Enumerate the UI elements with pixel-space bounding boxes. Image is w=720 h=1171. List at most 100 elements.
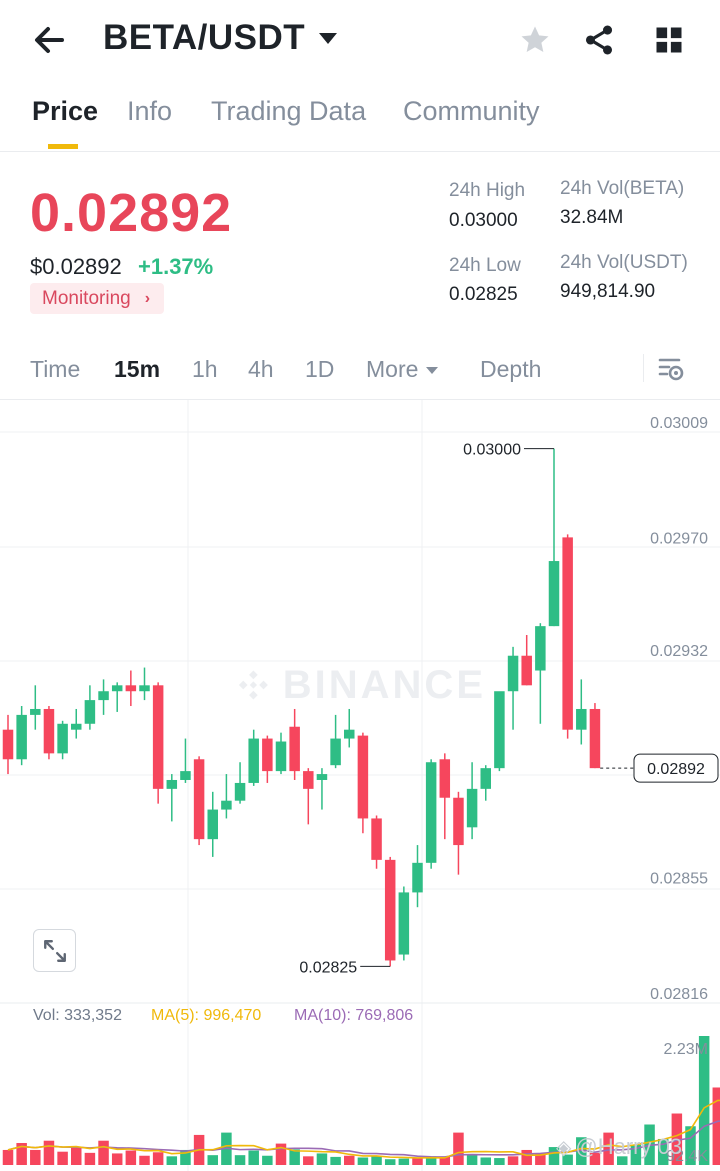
binance-logo-icon: [238, 670, 268, 700]
grid-icon: [656, 27, 682, 53]
candle-body-36: [494, 691, 505, 769]
volume-bar-0: [2, 1149, 14, 1165]
tab-price[interactable]: Price: [32, 96, 98, 127]
candle-body-12: [166, 779, 178, 789]
binance-watermark: BINANCE: [236, 660, 486, 710]
monitoring-badge[interactable]: Monitoring ›: [30, 283, 165, 314]
candle-body-27: [371, 818, 382, 860]
y-tick-label-1: 0.02970: [650, 530, 708, 547]
back-button[interactable]: [30, 20, 70, 60]
candle-body-15: [207, 809, 218, 840]
volume-max-label: 2.23M: [664, 1041, 708, 1058]
price-change-percent: +1.37%: [138, 254, 214, 279]
expand-icon: [43, 939, 66, 962]
y-tick-label-2: 0.02932: [650, 643, 708, 660]
candle-body-30: [412, 862, 423, 893]
candle-body-17: [234, 782, 246, 801]
candle-body-18: [248, 738, 259, 783]
volume-bar-3: [43, 1140, 55, 1165]
diamond-icon: ◈: [556, 1136, 572, 1159]
candle-body-4: [57, 723, 68, 754]
candle-body-21: [289, 726, 300, 772]
active-tab-indicator: [48, 144, 78, 149]
chart-settings-icon: [658, 358, 684, 381]
volume-bar-24: [330, 1156, 341, 1165]
volume-bar-22: [303, 1156, 314, 1165]
volume-bar-25: [344, 1155, 355, 1165]
volume-bar-17: [234, 1155, 246, 1165]
candle-body-25: [344, 729, 355, 739]
volume-legend-vol: Vol: 333,352: [33, 1007, 122, 1024]
vol-quote-label: 24h Vol(USDT): [560, 252, 688, 273]
candle-body-5: [71, 723, 82, 730]
low-marker-label: 0.02825: [299, 959, 357, 976]
candle-body-34: [466, 788, 478, 828]
tf-more-label: More: [366, 356, 419, 382]
tab-community[interactable]: Community: [403, 96, 540, 127]
volume-bar-8: [111, 1153, 123, 1165]
candle-body-10: [139, 685, 150, 692]
usd-price: $0.02892: [30, 254, 122, 279]
fullscreen-button[interactable]: [33, 929, 76, 972]
volume-bar-36: [494, 1158, 505, 1165]
tf-15m[interactable]: 15m: [114, 356, 160, 383]
candle-body-14: [193, 759, 205, 840]
candle-body-1: [16, 714, 27, 760]
candle-body-20: [275, 741, 287, 772]
share-button[interactable]: [579, 20, 619, 60]
candle-body-7: [98, 691, 109, 701]
candle-body-28: [384, 859, 396, 961]
volume-bar-6: [84, 1152, 96, 1165]
user-watermark-text: @Harry 03: [575, 1134, 683, 1159]
volume-bar-12: [166, 1156, 178, 1165]
high-value: 0.03000: [449, 210, 518, 231]
chart-settings-button[interactable]: [657, 354, 687, 384]
tf-depth[interactable]: Depth: [480, 356, 541, 383]
volume-legend-ma5: MA(5): 996,470: [151, 1007, 262, 1024]
tf-time[interactable]: Time: [30, 356, 80, 383]
candle-body-42: [576, 708, 587, 730]
candle-body-37: [507, 655, 519, 692]
volume-bar-23: [316, 1153, 328, 1165]
chart-area[interactable]: 0.030090.029700.029320.028930.028550.028…: [0, 400, 720, 1171]
star-icon: [521, 26, 549, 53]
y-tick-label-0: 0.03009: [650, 415, 708, 432]
pair-selector[interactable]: BETA/USDT: [103, 18, 338, 58]
volume-bar-38: [521, 1149, 532, 1165]
share-icon: [585, 25, 613, 55]
candle-body-19: [262, 738, 273, 772]
candle-body-6: [84, 700, 96, 724]
tf-4h[interactable]: 4h: [248, 356, 274, 383]
tf-1h[interactable]: 1h: [192, 356, 218, 383]
user-watermark: ◈ @Harry 03: [556, 1134, 682, 1160]
tab-info[interactable]: Info: [127, 96, 172, 127]
high-marker-label: 0.03000: [463, 442, 521, 459]
candlestick-chart[interactable]: 0.030090.029700.029320.028930.028550.028…: [0, 400, 720, 1171]
candle-body-38: [521, 655, 532, 686]
tab-trading-data[interactable]: Trading Data: [211, 96, 366, 127]
tf-more[interactable]: More: [366, 356, 439, 383]
volume-bar-10: [139, 1155, 150, 1165]
monitoring-label: Monitoring: [42, 287, 131, 309]
vol-base-value: 32.84M: [560, 207, 624, 228]
candle-body-22: [303, 771, 314, 789]
volume-bar-35: [480, 1157, 491, 1165]
volume-bar-4: [57, 1151, 68, 1165]
candle-body-8: [111, 685, 123, 692]
section-tabs: Price Info Trading Data Community: [0, 96, 720, 152]
candle-body-16: [221, 800, 232, 810]
candle-body-0: [2, 729, 14, 760]
current-price-label: 0.02892: [647, 761, 705, 778]
volume-bar-15: [207, 1155, 218, 1165]
menu-button[interactable]: [649, 20, 689, 60]
volume-bar-5: [71, 1147, 82, 1165]
candle-body-40: [548, 561, 560, 627]
tf-1d[interactable]: 1D: [305, 356, 334, 383]
candle-body-2: [30, 708, 41, 715]
candle-body-35: [480, 768, 491, 789]
pair-label: BETA/USDT: [103, 18, 306, 57]
y-tick-label-4: 0.02855: [650, 871, 708, 888]
caret-down-icon: [426, 367, 439, 375]
candle-body-26: [357, 735, 369, 819]
favorite-button[interactable]: [515, 20, 555, 60]
